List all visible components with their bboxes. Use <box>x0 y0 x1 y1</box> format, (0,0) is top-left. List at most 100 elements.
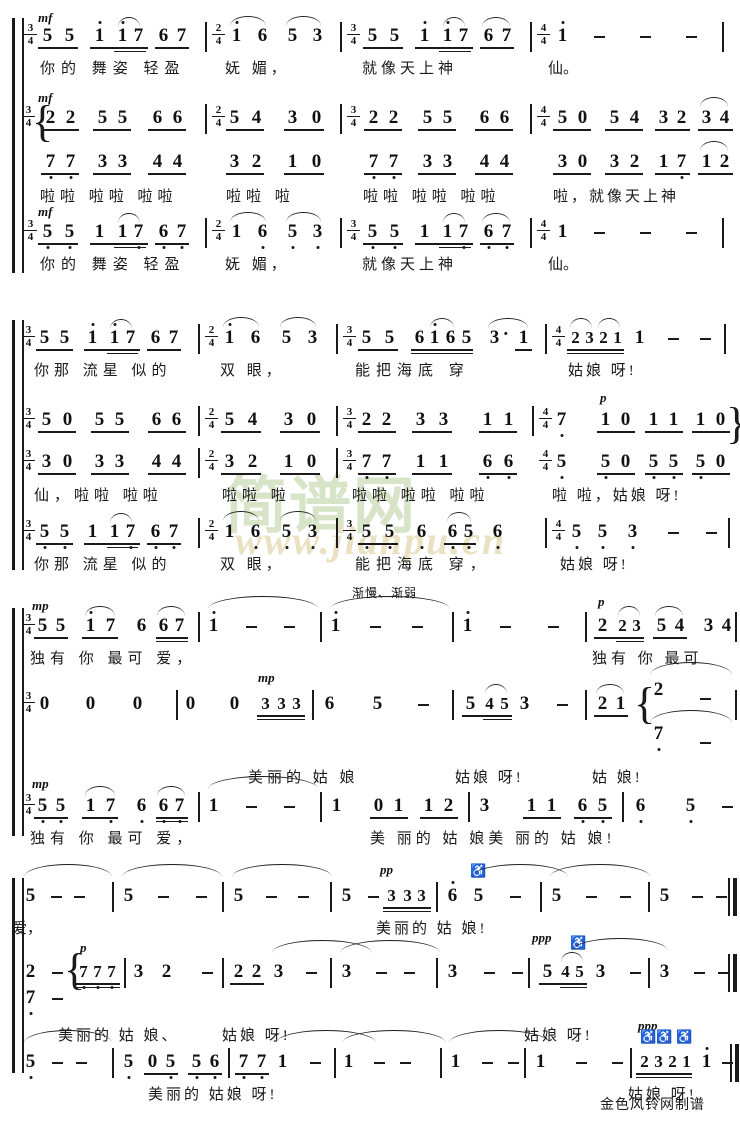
dynamic-mf: mf <box>38 10 53 25</box>
staff-s2-v4: 34 5 5 1 1 7 6 7 24 1 6 5 3 34 5 5 6 6 5… <box>0 511 740 556</box>
note: 7 <box>366 152 381 179</box>
score-credit: 金色风铃网制谱 <box>600 1098 705 1113</box>
barline <box>722 22 724 52</box>
note: 1 <box>634 327 645 348</box>
lyric: 姑娘 呀! <box>560 557 629 573</box>
note-extension-dash <box>668 532 679 534</box>
note-extension-dash <box>202 972 213 974</box>
note: 5 <box>123 885 134 906</box>
note-extension-dash <box>686 232 697 234</box>
barline <box>545 518 547 548</box>
note: 3 <box>658 107 669 128</box>
note: 0 <box>39 693 50 714</box>
dynamic-mp: mp <box>258 670 275 685</box>
note: 5 <box>359 522 374 549</box>
note: 1 <box>85 323 100 348</box>
note: 1 <box>415 451 426 472</box>
barline <box>468 792 470 822</box>
note: 5 <box>595 796 610 823</box>
note: 2 <box>640 1052 649 1071</box>
staff-s2-v2: 34 5 0 5 5 6 6 24 5 4 3 0 34 2 2 3 3 1 1… <box>0 390 740 446</box>
note: 5 <box>656 615 667 636</box>
note: 5 <box>42 25 53 46</box>
note-extension-dash <box>400 1062 411 1064</box>
note: 5 <box>37 615 48 636</box>
lyric: 双 眼， <box>220 363 285 379</box>
note: 1 <box>107 323 122 348</box>
note-extension-dash <box>512 972 523 974</box>
note: 1 <box>518 327 529 348</box>
lyrics-s3-v3: 独有 你 最可 爱， 美 丽的 姑 娘美 丽的 姑 娘! <box>0 827 740 851</box>
note: 7 <box>458 25 469 46</box>
note-extension-dash <box>370 626 381 628</box>
note: 5 <box>693 452 708 479</box>
slur <box>232 864 332 877</box>
note: 3 <box>703 615 714 636</box>
lyric: 仙。 <box>548 61 579 77</box>
lyric: 爱， <box>12 921 43 937</box>
note: 1 <box>343 1051 354 1072</box>
note: 7 <box>499 222 514 249</box>
time-signature-3-4: 34 <box>343 324 356 354</box>
time-signature-4-4: 44 <box>552 324 565 354</box>
time-signature-3-4: 34 <box>24 218 37 248</box>
note: 5 <box>41 409 52 430</box>
lyric: 独有 你 最可 爱， <box>30 651 197 667</box>
note: 4 <box>719 107 730 128</box>
time-signature-2-4: 24 <box>205 448 218 478</box>
note: 0 <box>62 409 73 430</box>
barline <box>724 324 726 354</box>
note: 6 <box>257 25 268 46</box>
note: 5 <box>461 327 472 348</box>
note: 5 <box>659 885 670 906</box>
note: 3 <box>117 151 128 172</box>
note: 7 <box>125 327 136 348</box>
barline <box>436 882 438 912</box>
note: 0 <box>147 1051 158 1072</box>
note: 1 <box>460 611 475 636</box>
note: 0 <box>306 451 317 472</box>
note: 5 <box>229 107 240 128</box>
note: 3 <box>387 886 396 905</box>
lyric: 你那 流星 似的 <box>34 557 172 573</box>
dynamic-mf: mf <box>38 204 53 219</box>
note: 2 <box>571 328 580 347</box>
note-extension-dash <box>298 896 309 898</box>
lyrics-s2-v2: 仙，啦啦 啦啦 啦啦 啦 啦啦 啦啦 啦啦 啦 啦，姑娘 呀! <box>0 484 740 508</box>
barline <box>222 882 224 912</box>
note: 6 <box>150 327 161 348</box>
note: 3 <box>585 328 594 347</box>
note: 1 <box>109 521 120 542</box>
note: 5 <box>59 327 70 348</box>
note: 5 <box>97 107 108 128</box>
note-extension-dash <box>700 338 711 340</box>
lyric: 姑 娘! <box>592 770 643 786</box>
note: 1 <box>87 521 98 542</box>
note: 3 <box>557 151 568 172</box>
note: 7 <box>103 796 118 823</box>
note: 1 <box>328 611 343 636</box>
note: 5 <box>39 327 50 348</box>
slur <box>650 710 732 723</box>
note: 5 <box>382 522 397 549</box>
note-extension-dash <box>706 532 717 534</box>
note: 1 <box>450 1051 461 1072</box>
note: 7 <box>254 1052 269 1079</box>
lyric: 美丽的 姑 娘! <box>376 921 488 937</box>
note: 7 <box>456 222 471 249</box>
note: 2 <box>368 107 379 128</box>
note: 6 <box>156 222 171 249</box>
note: 1 <box>417 21 432 46</box>
note: 5 <box>361 327 372 348</box>
note: 5 <box>442 107 453 128</box>
barline <box>112 1048 114 1078</box>
barline <box>336 324 338 354</box>
note: 1 <box>695 409 706 430</box>
note: 7 <box>501 25 512 46</box>
note: 0 <box>620 409 631 430</box>
note-extension-dash <box>76 1062 87 1064</box>
barline <box>228 1048 230 1078</box>
dynamic-p: p <box>80 940 87 955</box>
note: 1 <box>85 795 96 816</box>
brace: } <box>726 402 740 446</box>
